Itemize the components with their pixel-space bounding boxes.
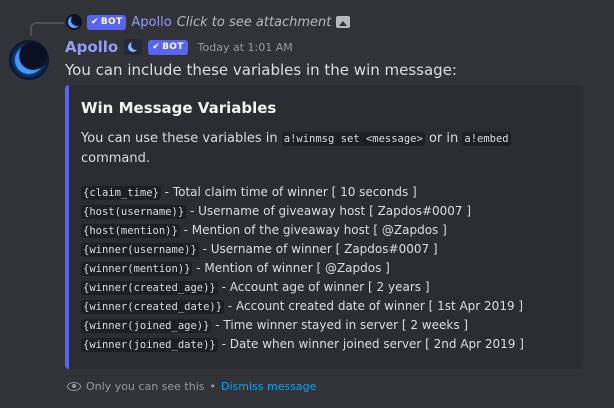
reply-author[interactable]: Apollo [131,15,171,30]
separator: • [209,379,217,393]
variable-row: {winner(username)} - Username of winner … [81,240,524,259]
timestamp[interactable]: Today at 1:01 AM [198,41,293,54]
inline-code: a!winmsg set <message> [281,132,425,146]
variable-code: {winner(created_age)} [81,281,218,295]
embed-title: Win Message Variables [81,99,277,117]
variable-description: - Time winner stayed in server [ 2 weeks… [211,318,469,332]
variable-row: {winner(joined_date)} - Date when winner… [81,335,524,354]
avatar[interactable] [9,40,49,80]
reply-preview[interactable]: ✔ BOT Apollo Click to see attachment [66,12,351,32]
reply-avatar-icon[interactable] [66,14,82,30]
variable-row: {winner(mention)} - Mention of winner [ … [81,259,524,278]
ephemeral-note: Only you can see this [86,379,205,393]
variable-description: - Username of winner [ Zapdos#0007 ] [198,242,438,256]
embed-description: You can use these variables in a!winmsg … [81,131,511,166]
reply-bot-badge: ✔ BOT [87,14,127,30]
variable-description: - Account created date of winner [ 1st A… [224,299,524,313]
message-header: Apollo ✔ BOT Today at 1:01 AM [65,37,293,57]
variable-description: - Username of giveaway host [ Zapdos#000… [186,204,472,218]
checkmark-icon: ✔ [91,17,99,27]
variable-description: - Mention of winner [ @Zapdos ] [192,261,390,275]
inline-code: a!embed [462,132,511,146]
variable-row: {winner(created_age)} - Account age of w… [81,278,524,297]
variable-code: {winner(joined_date)} [81,338,218,352]
variable-code: {winner(joined_age)} [81,319,212,333]
image-icon [336,16,351,28]
eye-icon [67,381,81,391]
variable-row: {host(username)} - Username of giveaway … [81,202,524,221]
variable-description: - Date when winner joined server [ 2nd A… [217,337,524,351]
variable-description: - Account age of winner [ 2 years ] [217,280,430,294]
reply-text[interactable]: Click to see attachment [177,15,332,30]
variable-code: {host(username)} [81,205,187,219]
variable-row: {claim_time} - Total claim time of winne… [81,183,524,202]
variable-code: {host(mention)} [81,224,180,238]
variable-row: {host(mention)} - Mention of the giveawa… [81,221,524,240]
variable-description: - Mention of the giveaway host [ @Zapdos… [179,223,447,237]
message-content: You can include these variables in the w… [65,61,457,79]
dismiss-message-link[interactable]: Dismiss message [221,380,316,393]
variable-code: {winner(username)} [81,243,199,257]
variable-row: {winner(created_date)} - Account created… [81,297,524,316]
variable-code: {winner(created_date)} [81,300,225,314]
variable-code: {winner(mention)} [81,262,193,276]
variable-description: - Total claim time of winner [ 10 second… [160,185,417,199]
role-moon-icon[interactable] [124,39,143,55]
reply-connector [30,22,64,36]
variable-list: {claim_time} - Total claim time of winne… [81,183,524,354]
author-name[interactable]: Apollo [65,38,118,56]
ephemeral-footer: Only you can see this • Dismiss message [67,378,316,394]
variable-row: {winner(joined_age)} - Time winner staye… [81,316,524,335]
bot-badge: ✔ BOT [148,39,188,55]
variable-code: {claim_time} [81,186,161,200]
embed: Win Message Variables You can use these … [65,85,583,369]
checkmark-icon: ✔ [152,42,161,52]
